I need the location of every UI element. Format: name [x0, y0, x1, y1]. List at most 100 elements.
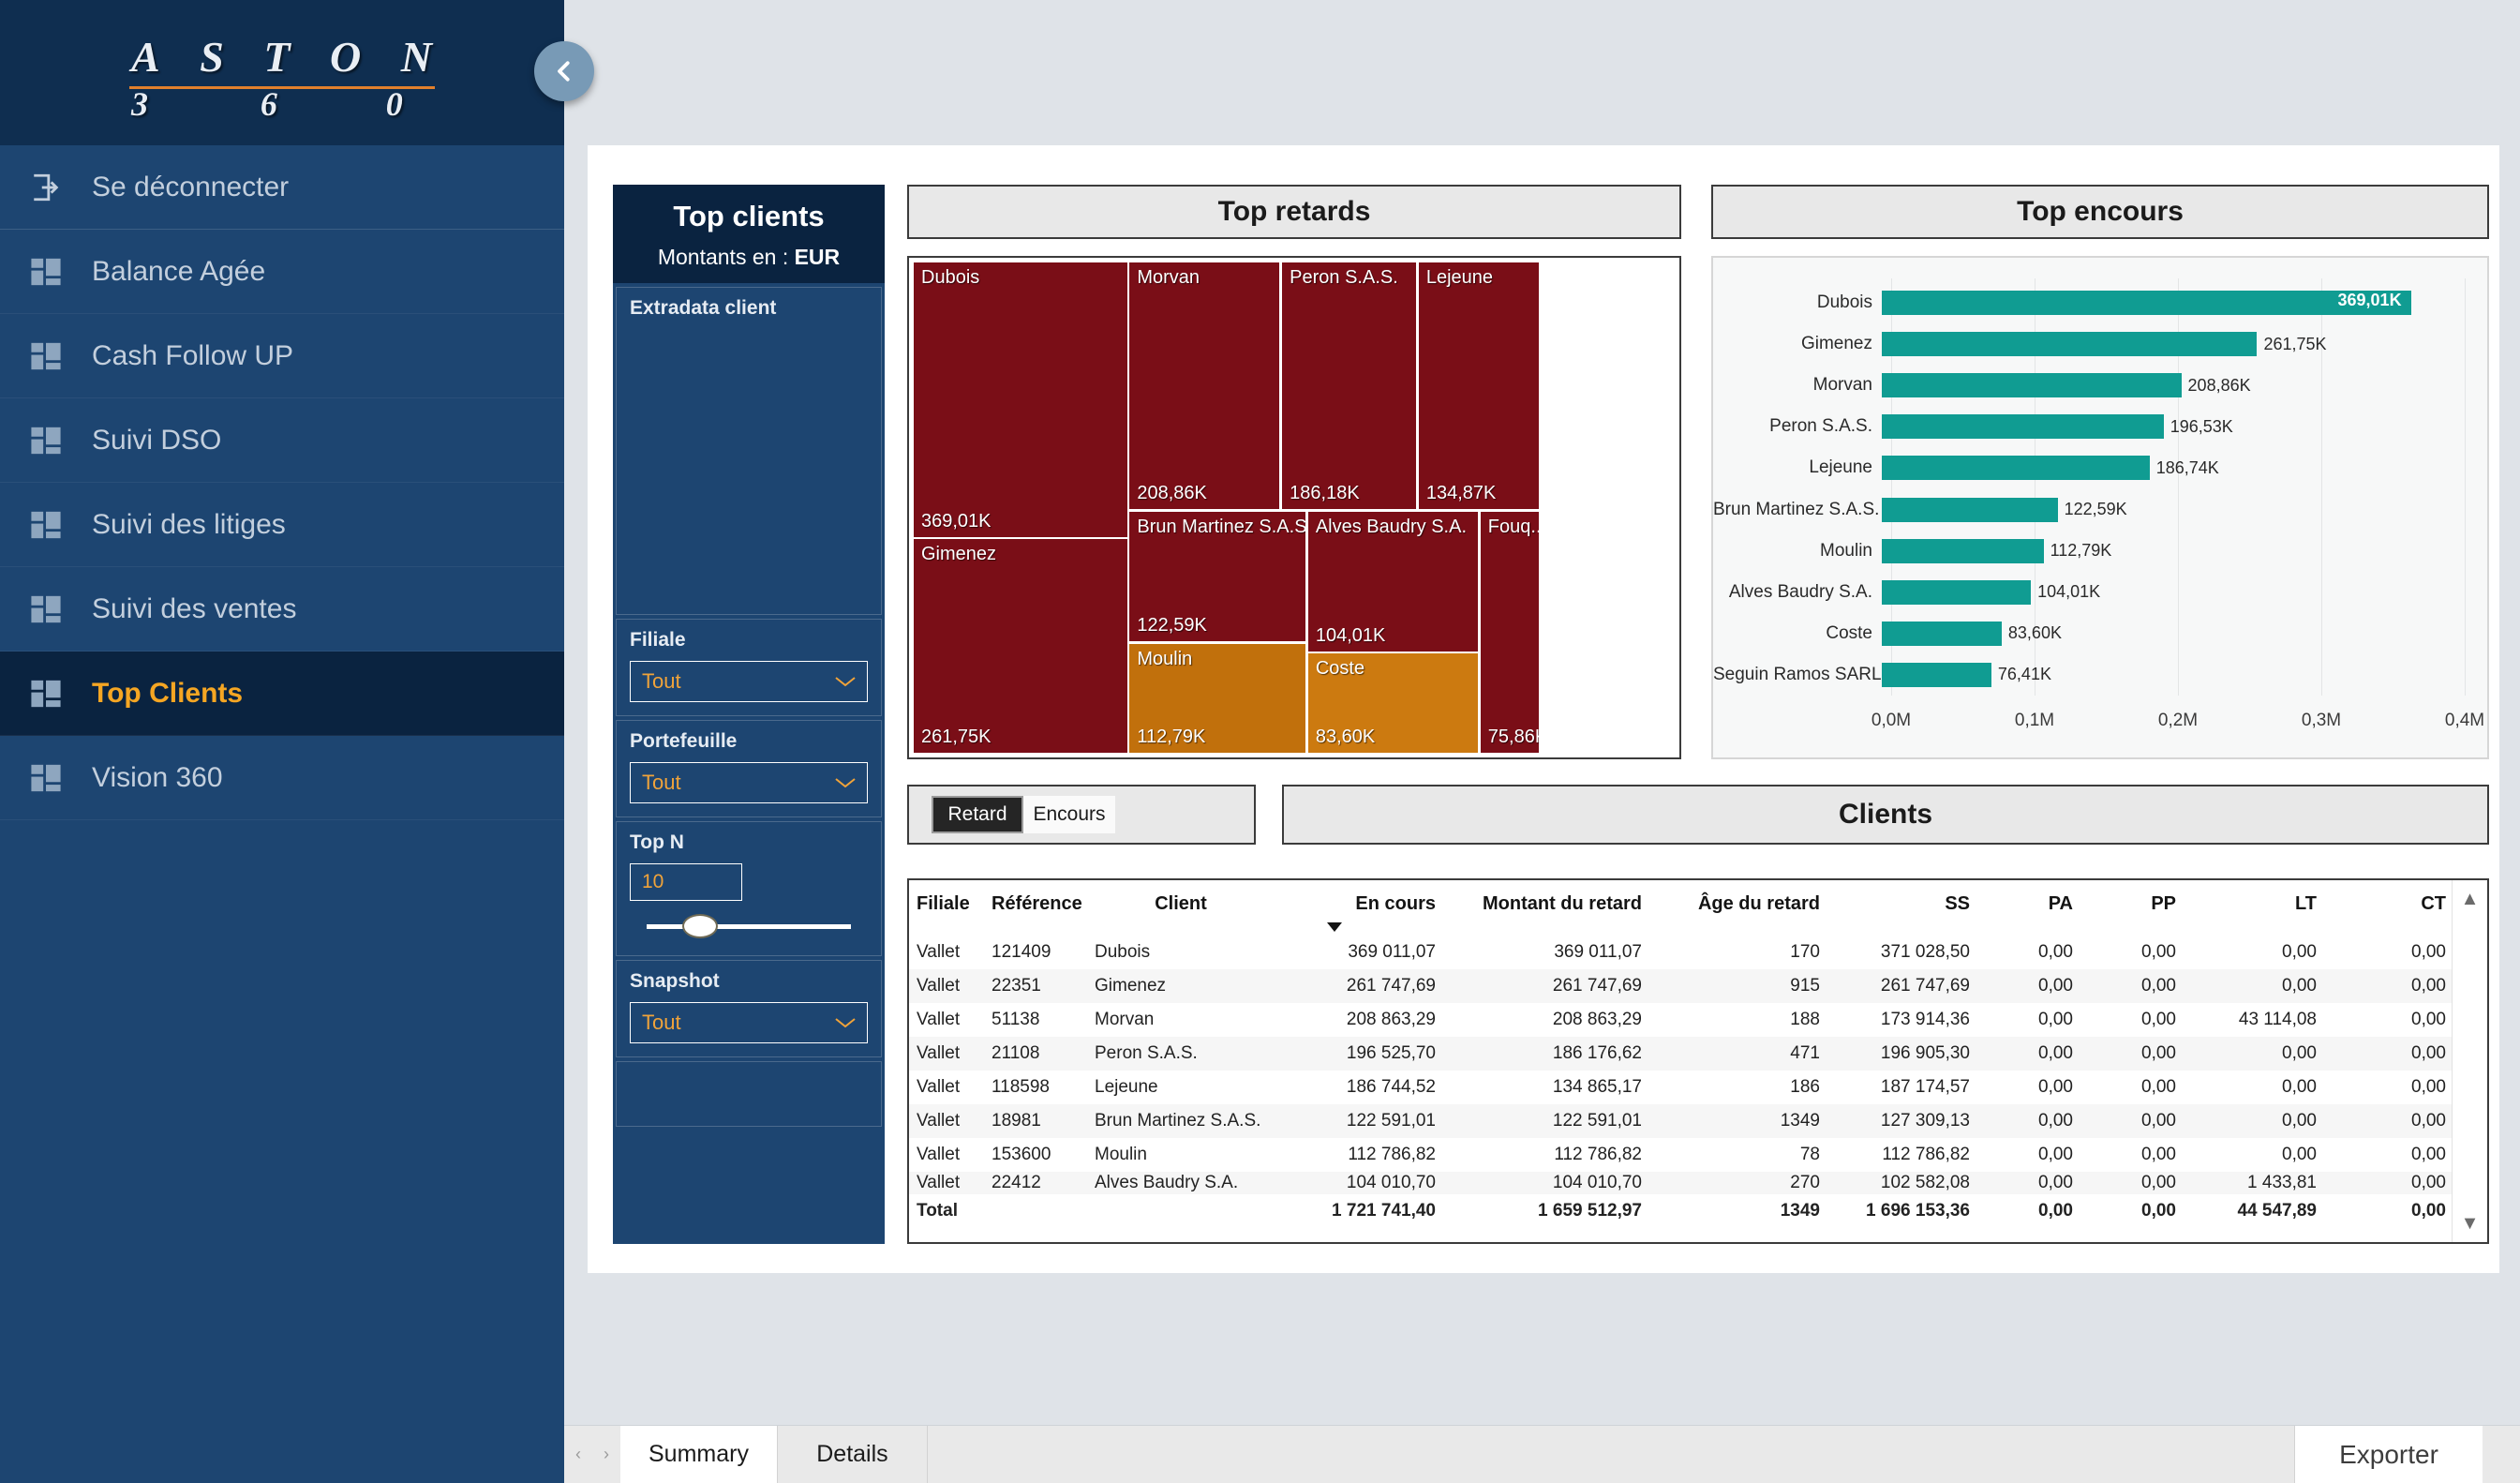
table-row[interactable]: Vallet 51138 Morvan 208 863,29 208 863,29 188… — [909, 1003, 2453, 1037]
column-header-pp[interactable]: PP — [2080, 880, 2184, 936]
toggle-option-encours[interactable]: Encours — [1023, 796, 1115, 833]
bar-row[interactable]: Dubois 369,01K — [1713, 282, 2478, 323]
top-n-input[interactable]: 10 — [630, 863, 742, 901]
treemap-cell[interactable]: Peron S.A.S. 186,18K — [1281, 262, 1418, 511]
top-n-slider[interactable] — [647, 914, 851, 938]
filiale-value: Tout — [642, 669, 681, 693]
barchart-panel[interactable]: 0,0M 0,1M 0,2M 0,3M 0,4M Dubois 369,01K Gimenez… — [1711, 256, 2489, 759]
cell-lt: 0,00 — [2282, 1077, 2317, 1097]
total-client — [1087, 1194, 1275, 1228]
bar-row[interactable]: Gimenez 261,75K — [1713, 323, 2478, 365]
treemap-cell-label: Brun Martinez S.A.S. — [1137, 516, 1307, 537]
bar-row[interactable]: Morvan 208,86K — [1713, 365, 2478, 406]
sidebar-item-cash-follow-up[interactable]: Cash Follow UP — [0, 314, 564, 398]
column-header-en-cours[interactable]: En cours — [1275, 880, 1443, 936]
tab-details[interactable]: Details — [778, 1426, 928, 1483]
cell-pa: 0,00 — [2038, 1111, 2073, 1131]
bar-category-label: Seguin Ramos SARL — [1713, 664, 1882, 684]
tab-summary[interactable]: Summary — [620, 1426, 778, 1483]
filiale-label: Filiale — [630, 629, 686, 651]
total-pa: 0,00 — [2038, 1201, 2073, 1221]
treemap-cell[interactable]: Morvan 208,86K — [1128, 262, 1281, 511]
sidebar-item-vision-360[interactable]: Vision 360 — [0, 736, 564, 820]
sidebar-item-top-clients[interactable]: Top Clients — [0, 652, 564, 736]
bar-data-label: 261,75K — [2263, 334, 2327, 353]
logo-digit: 0 — [385, 85, 403, 123]
sidebar-collapse-button[interactable] — [534, 41, 594, 101]
treemap-cell[interactable]: Coste 83,60K — [1306, 652, 1479, 754]
treemap-panel[interactable]: Dubois 369,01K Gimenez 261,75K Morvan 208,86K… — [907, 256, 1681, 759]
cell-reference: 18981 — [992, 1111, 1041, 1131]
portefeuille-select[interactable]: Tout — [630, 762, 868, 803]
bar[interactable] — [1882, 497, 2058, 522]
sidebar-item-se-deconnecter[interactable]: Se déconnecter — [0, 145, 564, 230]
filiale-select[interactable]: Tout — [630, 661, 868, 702]
column-header-age-du-retard[interactable]: Âge du retard — [1649, 880, 1827, 936]
column-header-pa[interactable]: PA — [1977, 880, 2080, 936]
total-ct: 0,00 — [2411, 1201, 2446, 1221]
bar-row[interactable]: Moulin 112,79K — [1713, 531, 2478, 572]
bar-row[interactable]: Seguin Ramos SARL 76,41K — [1713, 654, 2478, 696]
table-scrollbar[interactable]: ▲ ▼ — [2452, 880, 2487, 1242]
treemap-cell[interactable]: Dubois 369,01K — [913, 262, 1128, 539]
logo-digit: 6 — [260, 85, 277, 123]
tab-prev-icon[interactable]: ‹ — [575, 1445, 581, 1464]
column-header-client[interactable]: Client — [1087, 880, 1275, 936]
treemap-cell-value: 104,01K — [1315, 624, 1386, 646]
cell-montant-retard: 122 591,01 — [1552, 1111, 1642, 1131]
cell-pp: 0,00 — [2141, 1111, 2176, 1131]
bar[interactable] — [1882, 662, 1991, 687]
total-label: Total — [917, 1201, 958, 1221]
treemap-cell[interactable]: Brun Martinez S.A.S. 122,59K — [1128, 510, 1307, 643]
bar[interactable]: 369,01K — [1882, 291, 2411, 316]
table-row[interactable]: Vallet 18981 Brun Martinez S.A.S. 122 591,0… — [909, 1104, 2453, 1138]
sidebar-item-suivi-dso[interactable]: Suivi DSO — [0, 398, 564, 483]
column-header-filiale[interactable]: Filiale — [909, 880, 984, 936]
cell-client: Brun Martinez S.A.S. — [1095, 1111, 1261, 1131]
dashboard-icon — [30, 509, 81, 541]
slider-thumb[interactable] — [682, 914, 718, 938]
column-header-ct[interactable]: CT — [2324, 880, 2453, 936]
treemap-cell[interactable]: Alves Baudry S.A. 104,01K — [1306, 510, 1479, 652]
bar[interactable] — [1882, 538, 2044, 563]
bar[interactable] — [1882, 456, 2150, 481]
scroll-up-icon[interactable]: ▲ — [2461, 890, 2480, 908]
column-header-ss[interactable]: SS — [1827, 880, 1977, 936]
treemap-cell[interactable]: Gimenez 261,75K — [913, 538, 1128, 754]
cell-montant-retard: 261 747,69 — [1552, 976, 1642, 996]
table-row[interactable]: Vallet 22412 Alves Baudry S.A. 104 010,70 10… — [909, 1172, 2453, 1194]
tab-next-icon[interactable]: › — [604, 1445, 609, 1464]
bar-row[interactable]: Lejeune 186,74K — [1713, 447, 2478, 488]
currency-label: Montants en : — [657, 245, 795, 269]
table-row[interactable]: Vallet 121409 Dubois 369 011,07 369 011,07 17… — [909, 936, 2453, 969]
table-row[interactable]: Vallet 118598 Lejeune 186 744,52 134 865,17 1… — [909, 1071, 2453, 1104]
column-header-reference[interactable]: Référence — [984, 880, 1087, 936]
cell-ss: 112 786,82 — [1882, 1145, 1970, 1164]
cell-age-retard: 170 — [1790, 942, 1820, 962]
bar-row[interactable]: Peron S.A.S. 196,53K — [1713, 406, 2478, 447]
snapshot-select[interactable]: Tout — [630, 1002, 868, 1043]
scroll-down-icon[interactable]: ▼ — [2461, 1214, 2480, 1233]
table-row[interactable]: Vallet 153600 Moulin 112 786,82 112 786,82 78… — [909, 1138, 2453, 1172]
treemap-cell[interactable]: Fouq... 75,86K — [1479, 510, 1541, 754]
sidebar-item-suivi-des-ventes[interactable]: Suivi des ventes — [0, 567, 564, 652]
sidebar-item-suivi-des-litiges[interactable]: Suivi des litiges — [0, 483, 564, 567]
treemap-cell-value: 261,75K — [921, 726, 992, 747]
bar-row[interactable]: Coste 83,60K — [1713, 613, 2478, 654]
table-row[interactable]: Vallet 22351 Gimenez 261 747,69 261 747,69 91… — [909, 969, 2453, 1003]
bar[interactable] — [1882, 373, 2182, 398]
bar[interactable] — [1882, 621, 2002, 646]
treemap-cell[interactable]: Lejeune 134,87K — [1417, 262, 1541, 511]
bar[interactable] — [1882, 579, 2032, 605]
sidebar-item-balance-agee[interactable]: Balance Agée — [0, 230, 564, 314]
export-button[interactable]: Exporter — [2295, 1426, 2483, 1483]
column-header-montant-du-retard[interactable]: Montant du retard — [1443, 880, 1649, 936]
toggle-option-retard[interactable]: Retard — [932, 796, 1023, 833]
table-row[interactable]: Vallet 21108 Peron S.A.S. 196 525,70 186 176… — [909, 1037, 2453, 1071]
column-header-lt[interactable]: LT — [2184, 880, 2324, 936]
bar[interactable] — [1882, 414, 2164, 440]
bar-row[interactable]: Brun Martinez S.A.S. 122,59K — [1713, 489, 2478, 531]
bar-row[interactable]: Alves Baudry S.A. 104,01K — [1713, 572, 2478, 613]
bar[interactable] — [1882, 332, 2258, 357]
treemap-cell[interactable]: Moulin 112,79K — [1128, 642, 1307, 754]
